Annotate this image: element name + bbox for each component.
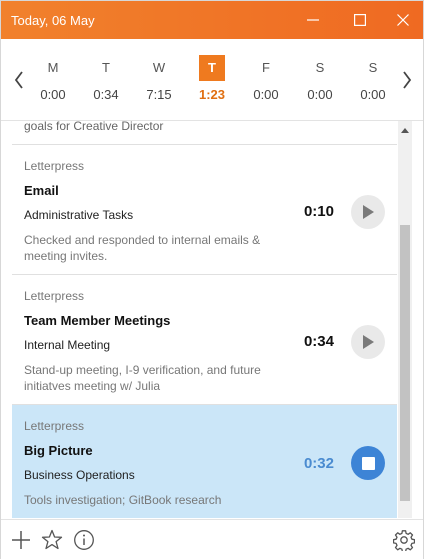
entry-task: Business Operations <box>24 468 135 482</box>
entry-notes: Tools investigation; GitBook research <box>24 493 222 507</box>
entry-notes: goals for Creative Director <box>24 121 164 133</box>
play-icon <box>363 205 374 219</box>
scroll-up-button[interactable] <box>398 123 412 137</box>
entry-name: Big Picture <box>24 443 93 458</box>
app-window: Today, 06 May M 0:00 T 0:34 W 7:15 T 1:2… <box>0 0 424 559</box>
chevron-right-icon <box>403 71 412 89</box>
entry-duration: 0:10 <box>303 203 334 220</box>
entry-duration: 0:32 <box>303 455 334 472</box>
entry-name: Team Member Meetings <box>24 313 171 328</box>
bottom-toolbar <box>1 519 423 559</box>
day-wednesday[interactable]: W 7:15 <box>135 55 183 102</box>
day-letter: T <box>102 60 110 75</box>
window-title: Today, 06 May <box>11 13 95 28</box>
minimize-button[interactable] <box>291 1 335 39</box>
maximize-button[interactable] <box>338 1 382 39</box>
day-thursday-selected[interactable]: T 1:23 <box>188 55 236 102</box>
day-total: 0:00 <box>40 87 66 102</box>
maximize-icon <box>354 14 366 26</box>
stop-timer-button[interactable] <box>351 446 385 480</box>
favorites-button[interactable] <box>40 528 64 552</box>
info-button[interactable] <box>72 528 96 552</box>
entry-task: Administrative Tasks <box>24 208 134 222</box>
day-total: 0:00 <box>360 87 386 102</box>
star-icon <box>41 529 63 550</box>
day-total: 7:15 <box>146 87 172 102</box>
list-scrollbar[interactable] <box>398 121 412 518</box>
day-letter: S <box>315 60 325 75</box>
day-letter: F <box>262 60 270 75</box>
caret-up-icon <box>401 127 409 133</box>
time-entry-running[interactable]: Letterpress Big Picture Business Operati… <box>12 405 397 518</box>
close-button[interactable] <box>381 1 424 39</box>
time-entry-list: goals for Creative Director Letterpress … <box>12 121 397 518</box>
title-bar: Today, 06 May <box>1 1 423 39</box>
play-icon <box>363 335 374 349</box>
entry-notes: Checked and responded to internal emails… <box>24 233 261 263</box>
day-total: 1:23 <box>198 87 226 102</box>
day-friday[interactable]: F 0:00 <box>242 55 290 102</box>
day-letter: W <box>152 60 166 75</box>
entry-client: Letterpress <box>24 419 85 433</box>
day-total: 0:00 <box>253 87 279 102</box>
previous-week-button[interactable] <box>9 69 29 91</box>
day-total: 0:00 <box>307 87 333 102</box>
entry-notes: Stand-up meeting, I-9 verification, and … <box>24 363 261 393</box>
next-week-button[interactable] <box>397 69 417 91</box>
close-icon <box>397 14 409 26</box>
day-total: 0:34 <box>93 87 119 102</box>
day-letter: M <box>47 60 59 75</box>
time-entry[interactable]: Letterpress Email Administrative Tasks C… <box>12 145 397 275</box>
scrollbar-thumb[interactable] <box>400 225 410 501</box>
day-monday[interactable]: M 0:00 <box>29 55 77 102</box>
day-tuesday[interactable]: T 0:34 <box>82 55 130 102</box>
start-timer-button[interactable] <box>351 195 385 229</box>
start-timer-button[interactable] <box>351 325 385 359</box>
list-item-partial[interactable]: goals for Creative Director <box>12 121 397 145</box>
time-entry[interactable]: Letterpress Team Member Meetings Interna… <box>12 275 397 405</box>
gear-icon <box>393 530 415 551</box>
chevron-left-icon <box>14 71 23 89</box>
plus-icon <box>12 531 30 549</box>
add-entry-button[interactable] <box>9 528 33 552</box>
week-selector: M 0:00 T 0:34 W 7:15 T 1:23 F 0:00 S 0:0… <box>1 39 423 121</box>
entry-name: Email <box>24 183 59 198</box>
settings-button[interactable] <box>392 528 416 552</box>
info-icon <box>74 530 94 550</box>
entry-client: Letterpress <box>24 159 85 173</box>
day-letter: T <box>199 55 225 81</box>
entry-client: Letterpress <box>24 289 85 303</box>
day-sunday[interactable]: S 0:00 <box>349 55 397 102</box>
minimize-icon <box>307 19 319 21</box>
day-letter: S <box>368 60 378 75</box>
entry-duration: 0:34 <box>303 333 334 350</box>
day-saturday[interactable]: S 0:00 <box>296 55 344 102</box>
entry-task: Internal Meeting <box>24 338 111 352</box>
stop-icon <box>361 456 375 470</box>
